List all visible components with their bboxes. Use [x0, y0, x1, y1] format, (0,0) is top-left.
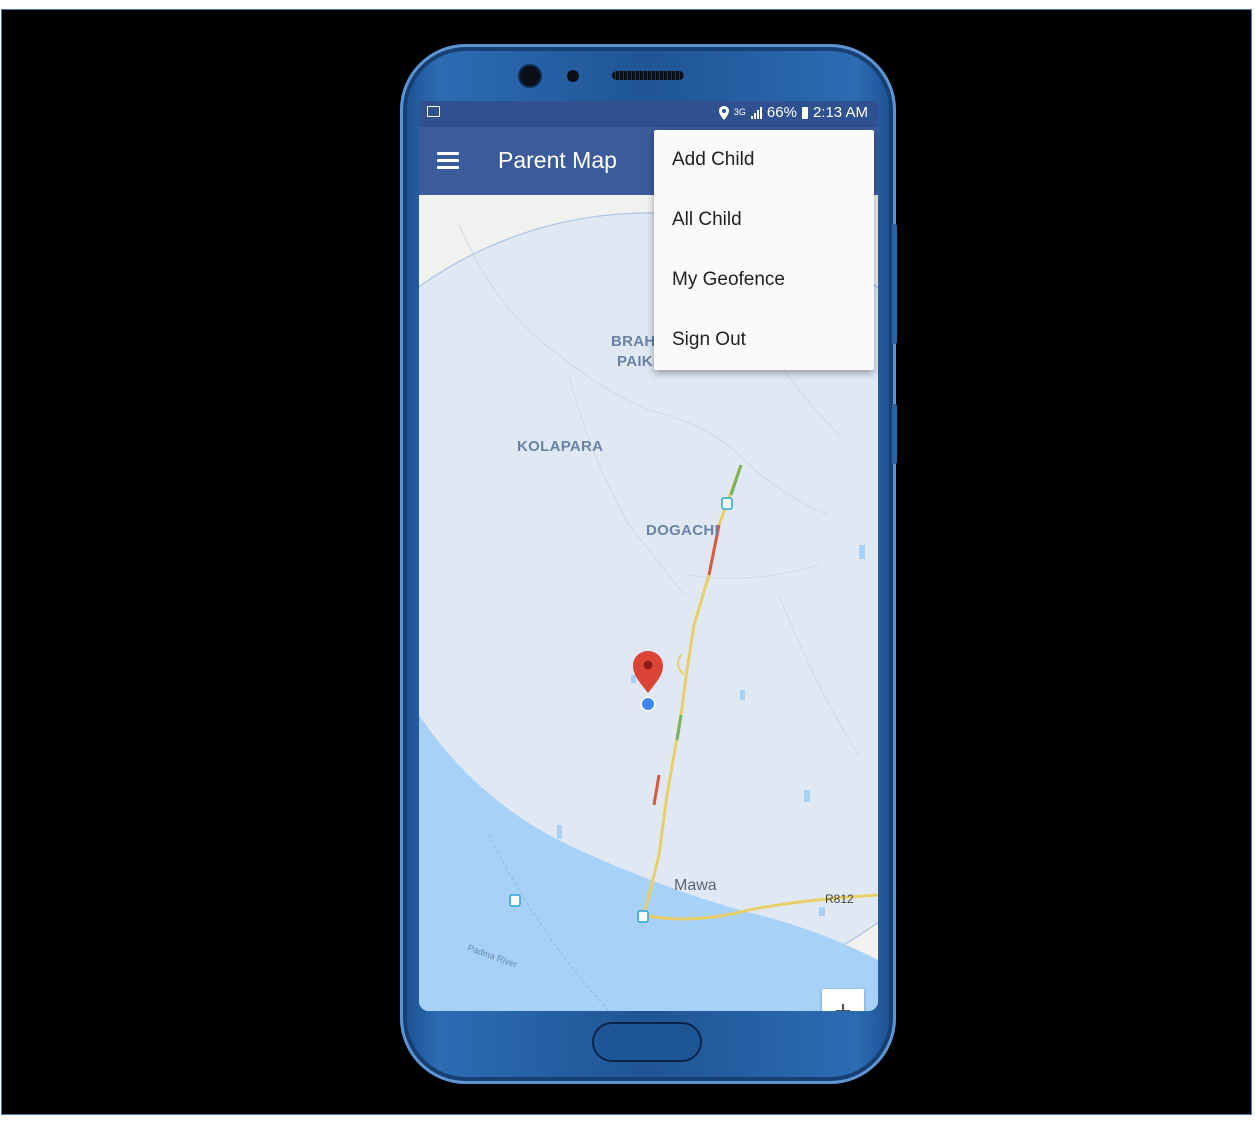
place-label-brahmin: BRAHI: [611, 333, 660, 350]
earpiece-speaker: [612, 71, 684, 80]
volume-button: [892, 224, 897, 344]
my-location-dot: [640, 696, 656, 712]
phone-screen: 3G 66% 2:13 AM Parent Map Padma River BR…: [419, 101, 878, 1011]
clock: 2:13 AM: [812, 104, 868, 121]
overflow-menu: Add Child All Child My Geofence Sign Out: [654, 130, 874, 370]
bus-stop-icon: [509, 894, 521, 907]
menu-item-all-child[interactable]: All Child: [654, 190, 874, 250]
bus-stop-icon: [637, 910, 649, 923]
hamburger-icon[interactable]: [437, 152, 459, 170]
location-icon: [718, 105, 729, 120]
zoom-controls: + −: [822, 989, 864, 1011]
page-title: Parent Map: [498, 147, 617, 173]
battery-icon: [801, 106, 808, 119]
place-label-mawa: Mawa: [674, 877, 717, 894]
menu-item-my-geofence[interactable]: My Geofence: [654, 250, 874, 310]
image-icon: [427, 106, 440, 117]
place-label-kolapara: KOLAPARA: [517, 438, 604, 455]
status-bar: 3G 66% 2:13 AM: [419, 101, 878, 127]
power-button: [892, 404, 897, 464]
place-label-dogachi: DOGACHI: [646, 522, 719, 539]
home-button[interactable]: [592, 1022, 702, 1062]
signal-icon: [750, 106, 762, 119]
front-camera: [520, 66, 540, 86]
battery-percent: 66%: [766, 104, 797, 121]
menu-item-add-child[interactable]: Add Child: [654, 130, 874, 190]
road-label: R812: [825, 892, 854, 906]
proximity-sensor: [567, 70, 579, 82]
bus-stop-icon: [721, 497, 733, 510]
zoom-in-button[interactable]: +: [822, 989, 864, 1011]
menu-item-sign-out[interactable]: Sign Out: [654, 310, 874, 370]
network-type: 3G: [733, 107, 746, 117]
